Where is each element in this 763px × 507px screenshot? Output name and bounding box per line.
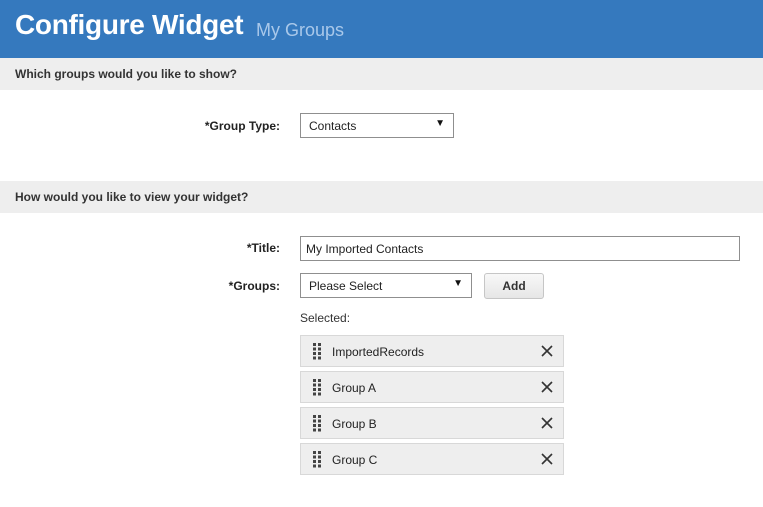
group-type-select[interactable]: Contacts ▼	[300, 113, 454, 138]
group-type-label: *Group Type:	[204, 119, 280, 133]
selected-group-label: ImportedRecords	[332, 345, 425, 359]
selected-group-item[interactable]: Group A	[300, 371, 564, 403]
title-label: *Title:	[246, 241, 280, 255]
close-icon[interactable]	[541, 453, 553, 465]
selected-group-item[interactable]: Group C	[300, 443, 564, 475]
title-input[interactable]: My Imported Contacts	[300, 236, 740, 261]
drag-handle-icon[interactable]	[313, 343, 322, 360]
groups-select[interactable]: Please Select ▼	[300, 273, 472, 298]
drag-handle-icon[interactable]	[313, 415, 322, 432]
page-header: Configure Widget My Groups	[0, 0, 763, 58]
selected-group-item[interactable]: ImportedRecords	[300, 335, 564, 367]
section-heading-view: How would you like to view your widget?	[0, 181, 763, 213]
section-heading-groups: Which groups would you like to show?	[0, 58, 763, 90]
dropdown-arrow-icon: ▼	[453, 278, 463, 289]
selected-group-label: Group A	[332, 381, 377, 395]
dropdown-arrow-icon: ▼	[435, 118, 445, 129]
page-title: Configure Widget	[15, 9, 244, 40]
groups-select-value: Please Select	[309, 279, 383, 293]
selected-group-item[interactable]: Group B	[300, 407, 564, 439]
selected-group-label: Group B	[332, 417, 377, 431]
close-icon[interactable]	[541, 345, 553, 357]
close-icon[interactable]	[541, 381, 553, 393]
groups-label: *Groups:	[228, 279, 280, 293]
add-group-button[interactable]: Add	[484, 273, 544, 299]
selected-group-label: Group C	[332, 453, 378, 467]
drag-handle-icon[interactable]	[313, 451, 322, 468]
close-icon[interactable]	[541, 417, 553, 429]
group-type-value: Contacts	[309, 119, 357, 133]
page-subtitle: My Groups	[256, 20, 345, 40]
selected-label: Selected:	[300, 311, 351, 325]
drag-handle-icon[interactable]	[313, 379, 322, 396]
